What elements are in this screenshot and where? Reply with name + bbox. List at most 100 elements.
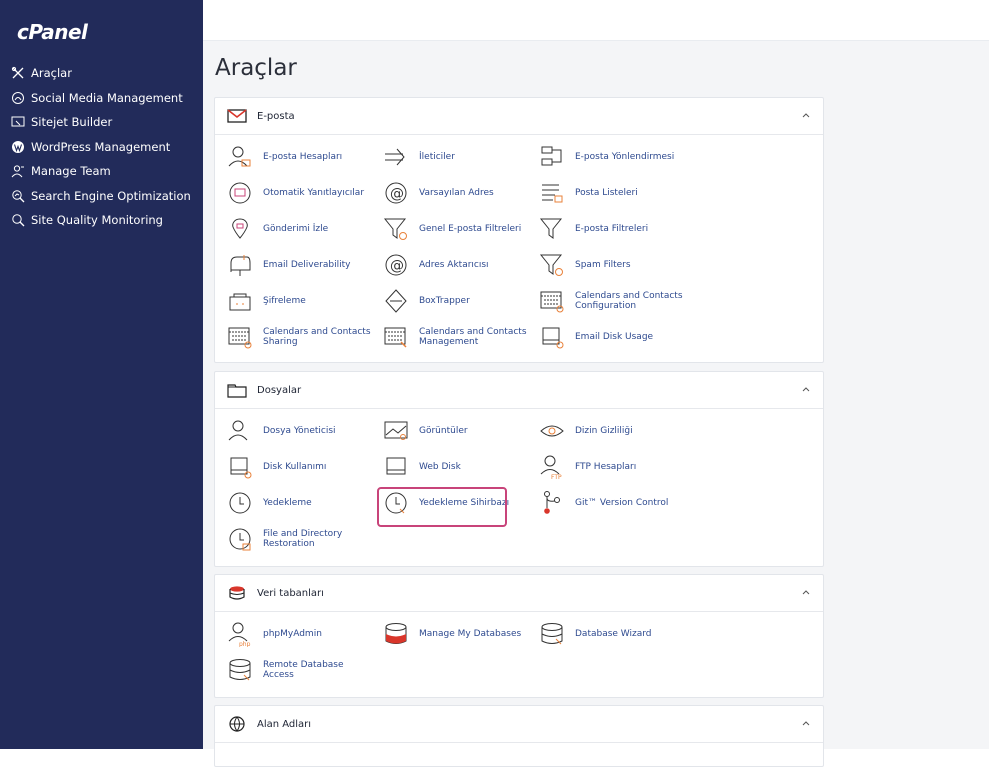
panel-alan-adlari: Alan Adları [214, 705, 824, 767]
disk-icon [542, 327, 564, 349]
tool-global-email-filters[interactable]: Genel E-posta Filtreleri [383, 216, 533, 242]
tool-manage-databases[interactable]: Manage My Databases [383, 621, 533, 647]
tool-calendars-sharing[interactable]: Calendars and Contacts Sharing [227, 324, 377, 350]
tool-web-disk[interactable]: Web Disk [383, 454, 533, 480]
tool-default-address[interactable]: @ Varsayılan Adres [383, 180, 533, 206]
sidebar-item-label: Social Media Management [31, 90, 183, 105]
user-icon [228, 146, 251, 167]
tool-file-restoration[interactable]: File and Directory Restoration [227, 526, 377, 552]
calendar-icon [384, 327, 407, 348]
tool-backup[interactable]: Yedekleme [227, 490, 377, 516]
cpanel-logo[interactable]: cPanel [17, 20, 88, 44]
sidebar-item-label: Manage Team [31, 164, 111, 179]
tool-email-routing[interactable]: E-posta Yönlendirmesi [539, 144, 689, 170]
mail-icon [227, 109, 247, 123]
image-icon [384, 421, 408, 440]
calendar-icon [228, 327, 252, 349]
tool-disk-usage[interactable]: Disk Kullanımı [227, 454, 377, 480]
boxtrapper-icon [385, 289, 407, 313]
panel-header[interactable]: Veri tabanları [215, 575, 823, 612]
list-icon [542, 184, 563, 203]
panel-title: E-posta [257, 110, 295, 122]
tool-git-version-control[interactable]: Git™ Version Control [539, 490, 689, 516]
disk-icon [230, 457, 252, 479]
panel-header[interactable]: E-posta [215, 98, 823, 135]
panel-header[interactable]: Alan Adları [215, 706, 823, 743]
sidebar-item-label: Sitejet Builder [31, 115, 113, 130]
tool-spam-filters[interactable]: Spam Filters [539, 252, 689, 278]
tool-mailing-lists[interactable]: Posta Listeleri [539, 180, 689, 206]
user-icon [228, 420, 248, 441]
tool-phpmyadmin[interactable]: php phpMyAdmin [227, 621, 377, 647]
pin-icon [232, 218, 248, 239]
sidebar-item-social-media[interactable]: Social Media Management [0, 86, 203, 111]
at-sign-icon: @ [385, 254, 407, 276]
sidebar: cPanel Araçlar Social Media Management S… [0, 0, 203, 749]
tool-calendars-configuration[interactable]: Calendars and Contacts Configuration [539, 288, 689, 314]
svg-text:@: @ [390, 186, 404, 202]
eye-icon [540, 425, 564, 437]
panel-dosyalar: Dosyalar Dosya Yöneticisi Görüntüler Diz… [214, 371, 824, 567]
tool-database-wizard[interactable]: Database Wizard [539, 621, 689, 647]
svg-text:php: php [239, 641, 251, 647]
sidebar-item-sitejet[interactable]: Sitejet Builder [0, 110, 203, 135]
wordpress-icon [12, 140, 24, 153]
tool-boxtrapper[interactable]: BoxTrapper [383, 288, 533, 314]
monitor-icon [12, 214, 25, 227]
tool-calendars-management[interactable]: Calendars and Contacts Management [383, 324, 533, 350]
chevron-up-icon[interactable] [801, 588, 811, 596]
social-icon [12, 91, 24, 104]
sidebar-item-manage-team[interactable]: Manage Team [0, 159, 203, 184]
routing-icon [541, 146, 562, 166]
page-title: Araçlar [215, 55, 297, 81]
panel-header[interactable]: Dosyalar [215, 372, 823, 409]
disk-icon [386, 457, 406, 475]
tool-email-accounts[interactable]: E-posta Hesapları [227, 144, 377, 170]
main-content: Araçlar E-posta E-posta Hesapları İletic… [203, 41, 989, 767]
filter-icon [539, 218, 563, 239]
chevron-up-icon[interactable] [801, 111, 811, 119]
backup-wizard-highlight [377, 487, 507, 527]
tool-autoresponders[interactable]: Otomatik Yanıtlayıcılar [227, 180, 377, 206]
tool-forwarders[interactable]: İleticiler [383, 144, 533, 170]
panel-title: Dosyalar [257, 384, 302, 396]
sidebar-item-label: Site Quality Monitoring [31, 213, 163, 228]
chevron-up-icon[interactable] [801, 719, 811, 727]
tool-address-importer[interactable]: @ Adres Aktarıcısı [383, 252, 533, 278]
tool-images[interactable]: Görüntüler [383, 418, 533, 444]
database-icon [229, 586, 245, 600]
tool-email-deliverability[interactable]: Email Deliverability [227, 252, 377, 278]
svg-text:FTP: FTP [551, 474, 562, 480]
chevron-up-icon[interactable] [801, 385, 811, 393]
tool-directory-privacy[interactable]: Dizin Gizliliği [539, 418, 689, 444]
tool-encryption[interactable]: Şifreleme [227, 288, 377, 314]
tool-file-manager[interactable]: Dosya Yöneticisi [227, 418, 377, 444]
sidebar-item-seo[interactable]: Search Engine Optimization [0, 184, 203, 209]
tool-track-delivery[interactable]: Gönderimi İzle [227, 216, 377, 242]
tool-ftp-accounts[interactable]: FTP FTP Hesapları [539, 454, 689, 480]
sidebar-item-araclar[interactable]: Araçlar [0, 61, 203, 86]
git-icon [544, 491, 560, 514]
calendar-icon [540, 291, 564, 313]
panel-title: Veri tabanları [257, 587, 324, 599]
tool-remote-database-access[interactable]: Remote Database Access [227, 657, 377, 683]
globe-icon [229, 716, 245, 732]
phpmyadmin-icon: php [228, 622, 251, 647]
sidebar-nav: Araçlar Social Media Management Sitejet … [0, 61, 203, 233]
sidebar-item-wordpress[interactable]: WordPress Management [0, 135, 203, 160]
tool-email-disk-usage[interactable]: Email Disk Usage [539, 324, 689, 350]
builder-icon [11, 116, 25, 127]
tool-email-filters[interactable]: E-posta Filtreleri [539, 216, 689, 242]
sidebar-item-label: WordPress Management [31, 139, 171, 154]
mailbox-icon [230, 255, 251, 276]
ftp-user-icon: FTP [540, 455, 562, 480]
folder-icon [227, 384, 247, 398]
database-icon [229, 659, 251, 681]
spam-filter-icon [539, 254, 563, 276]
forward-icon [385, 148, 405, 166]
lock-icon [229, 293, 251, 311]
sidebar-item-site-quality[interactable]: Site Quality Monitoring [0, 208, 203, 233]
tools-icon [11, 67, 24, 79]
panel-title: Alan Adları [257, 718, 312, 730]
team-icon [11, 165, 24, 178]
